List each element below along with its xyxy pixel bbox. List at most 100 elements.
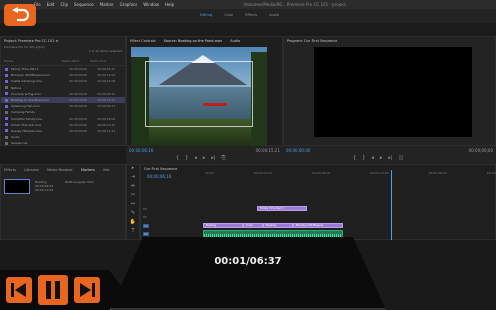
hand-tool-icon[interactable]: ✋ [127,219,139,228]
source-timecode[interactable]: 00;00;06;16 [129,148,153,153]
track-select-icon[interactable]: ⇥ [127,174,139,183]
back-button[interactable] [4,4,36,26]
step-forward-icon[interactable]: ▸| [211,155,215,161]
workspace-tab-color[interactable]: Color [224,13,233,17]
program-play-icon[interactable]: ▸ [380,155,383,161]
track-v2[interactable]: V2 [143,215,147,219]
source-video-frame[interactable] [131,47,267,147]
program-timecode[interactable]: 00;00;00;00 [286,148,310,153]
project-row-media-start: 00;00;00;00 [69,98,88,103]
project-row-media-start: 00;00;00;00 [69,91,88,96]
menu-sequence[interactable]: Sequence [74,2,94,7]
type-tool-icon[interactable]: T [127,228,139,237]
track-v1[interactable]: V1 [143,224,149,228]
skip-back-button[interactable] [6,277,32,303]
project-row-name: Castle Camping.mov [11,79,43,84]
label-color-swatch [5,110,8,114]
program-step-back-icon[interactable]: ◂ [371,155,374,161]
project-row[interactable]: Sequences [1,140,125,146]
mark-in-icon[interactable]: { [176,155,179,161]
tab-source[interactable]: Source: Boating on the Pond.mov [164,39,223,43]
project-row-media-end: 00;00;08;12 [97,91,116,96]
tab-markers[interactable]: Markers [81,168,95,172]
project-row-media-start: 00;00;00;00 [69,128,88,133]
ripple-edit-icon[interactable]: ⇹ [127,183,139,192]
program-step-forward-icon[interactable]: ▸| [388,155,392,161]
project-panel: Project: Premiere Pro CC 101 ≡ Premiere … [0,36,126,146]
timeline-timecode[interactable]: 00;00;06;16 [147,174,171,179]
mark-out-icon[interactable]: } [185,155,188,161]
tab-info[interactable]: Info [103,168,110,172]
razor-tool-icon[interactable]: ✂ [127,192,139,201]
menu-clip[interactable]: Clip [60,2,68,7]
effects-panel: Effects Libraries Media Browser Markers … [0,164,126,240]
program-transport: 00;00;00;00 00;00;00;00 { } ◂ ▸ ▸| ◫ [283,146,496,164]
program-mark-out-icon[interactable]: } [362,155,365,161]
workspace-tab-effects[interactable]: Effects [245,13,257,17]
timeline-ruler[interactable]: 00;00 00;00;04;00 00;00;08;00 00;00;12;0… [203,171,496,179]
tab-effect-controls[interactable]: Effect Controls [130,39,156,43]
tools-panel: ▸ ⇥ ⇹ ✂ ↔ ✎ ✋ T [126,164,140,240]
project-row-media-end: 00;00;12;03 [97,73,116,78]
project-row-name: Nature [11,85,22,90]
menu-help[interactable]: Help [165,2,174,7]
project-list: Family Time Part 1 00;00;00;00 00;00;45;22… [1,66,125,146]
pause-button[interactable] [38,275,68,305]
column-media-start[interactable]: Media Start [62,59,90,63]
clip-boating-2[interactable]: Boating [263,223,293,228]
program-video-frame[interactable] [314,47,472,137]
playhead[interactable] [391,170,392,241]
program-mark-in-icon[interactable]: { [353,155,356,161]
track-a1[interactable]: A1 [143,232,149,236]
project-row-media-end: 00;00;19;04 [97,116,116,121]
pen-tool-icon[interactable]: ✎ [127,210,139,219]
source-monitor: Effect Controls Source: Boating on the P… [126,36,283,147]
clip-family-time[interactable]: Family Time Part 1 [257,206,307,211]
ruler-tick: 00;00;20;00 [486,171,496,175]
insert-icon[interactable]: ⎘ [222,155,226,161]
selection-tool-icon[interactable]: ▸ [127,165,139,174]
menu-graphics[interactable]: Graphics [120,2,138,7]
tab-libraries[interactable]: Libraries [24,168,39,172]
clip-brooklyn[interactable]: Brooklyn Wildflowers [293,223,343,228]
project-row-name: Grassy Hillsides.mov [11,128,43,133]
workspace-tab-editing[interactable]: Editing [200,13,212,17]
project-row-media-end: 00;00;15;21 [97,98,116,103]
menu-marker[interactable]: Marker [100,2,114,7]
clip-crumple[interactable]: Crum [243,223,263,228]
label-color-swatch [5,135,8,139]
track-v3[interactable]: V3 [143,207,147,211]
project-row-name: Camping Family [11,110,36,115]
column-media-end[interactable]: Media End [90,59,118,63]
tab-media-browser[interactable]: Media Browser [47,168,73,172]
play-icon[interactable]: ▸ [203,155,206,161]
skip-forward-icon [80,283,95,297]
step-back-icon[interactable]: ◂ [194,155,197,161]
clip-boating[interactable]: Boating [203,223,243,228]
marker-details: Boating 00;00;06;16 00;00;12;03 [35,180,53,192]
column-name[interactable]: Name [4,59,62,63]
ruler-tick: 00;00;16;00 [428,171,447,175]
tab-effects[interactable]: Effects [4,168,16,172]
label-color-swatch [5,141,8,145]
safe-margin-guide [145,61,253,127]
project-row-name: Audio [11,135,20,140]
export-frame-icon[interactable]: ◫ [399,155,404,161]
workspace-tab-audio[interactable]: Audio [269,13,279,17]
marker-name: Brett Langdon Marr [65,180,95,184]
slip-tool-icon[interactable]: ↔ [127,201,139,210]
project-row-name: Campfire Family.mov [11,116,43,121]
menu-window[interactable]: Window [143,2,159,7]
ruler-tick: 00;00 [205,171,214,175]
project-row-name: Splashing Fish.mov [11,104,40,109]
marker-thumbnail[interactable] [4,179,30,194]
timeline-panel: Our First Sequence 00;00;06;16 00;00 00;… [140,164,496,242]
player-overlay: 00:01/06:37 [110,237,386,310]
label-color-swatch [5,117,8,121]
menu-edit[interactable]: Edit [47,2,55,7]
project-row-name: Check This Out.mov [11,122,42,127]
menu-bar: File Edit Clip Sequence Marker Graphics … [0,0,496,9]
tab-audio-mixer[interactable]: Audio [230,39,240,43]
source-duration: 00;00;15;21 [255,148,280,153]
skip-forward-button[interactable] [74,277,100,303]
